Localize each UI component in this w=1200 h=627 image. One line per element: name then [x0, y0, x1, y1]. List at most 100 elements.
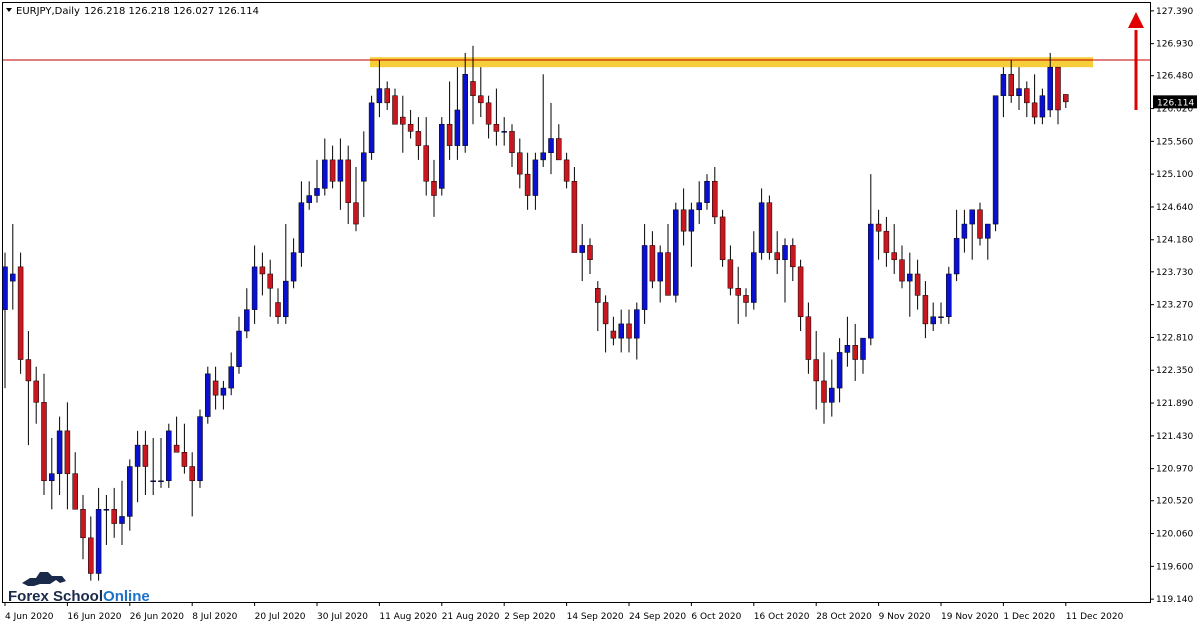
symbol-timeframe-label: EURJPY,Daily: [16, 6, 80, 17]
x-tick-label: 16 Oct 2020: [754, 612, 810, 622]
candle: [946, 266, 952, 324]
candle-body: [618, 323, 624, 339]
logo-text: Forex SchoolOnline: [8, 588, 150, 605]
candle-body: [680, 209, 687, 232]
candle-body: [376, 88, 383, 104]
candle-body: [150, 480, 156, 483]
candle-body: [517, 152, 523, 175]
y-tick-label: 124.640: [1156, 203, 1193, 213]
candle-body: [189, 466, 195, 482]
candle-body: [992, 95, 999, 225]
y-tick-label: 123.270: [1156, 301, 1193, 311]
candle-body: [922, 295, 929, 325]
current-price-label-text: 126.114: [1157, 98, 1194, 108]
y-tick-label: 122.350: [1156, 366, 1193, 376]
x-tick-label: 24 Sep 2020: [629, 612, 686, 622]
candle-body: [41, 402, 47, 482]
x-tick-label: 9 Nov 2020: [879, 612, 931, 622]
candle-body: [579, 245, 585, 253]
candle-body: [10, 273, 16, 282]
candle: [368, 95, 375, 160]
candle-body: [337, 159, 344, 182]
candle-body: [743, 295, 749, 303]
candle-body: [181, 452, 188, 467]
candle: [766, 195, 773, 260]
candle-body: [719, 216, 726, 260]
candle-body: [95, 509, 102, 574]
candle-body: [166, 430, 172, 482]
y-tick-label: 127.390: [1156, 7, 1193, 17]
candle-body: [454, 109, 461, 146]
candle-body: [953, 238, 960, 275]
x-tick-label: 20 Jul 2020: [255, 612, 306, 622]
candle-body: [977, 209, 983, 239]
candle-body: [696, 202, 702, 211]
candle: [719, 209, 726, 267]
candle-body: [220, 387, 227, 396]
x-tick-label: 2 Sep 2020: [504, 612, 556, 622]
candle-body: [899, 259, 905, 282]
candle-body: [298, 202, 305, 253]
candle-body: [875, 223, 882, 232]
logo-text-part2: Online: [103, 588, 150, 605]
candle-body: [103, 509, 110, 511]
candle-body: [961, 223, 968, 239]
candle-body: [844, 345, 851, 353]
candle-body: [119, 516, 125, 524]
candle-body: [790, 245, 796, 268]
candle-body: [1063, 94, 1069, 103]
x-tick-label: 1 Dec 2020: [1003, 612, 1055, 622]
y-tick-label: 125.560: [1156, 137, 1193, 147]
candle: [992, 95, 999, 232]
resistance-zone: [370, 57, 1093, 68]
candle-body: [80, 509, 86, 539]
candle-body: [267, 273, 273, 289]
candle-body: [353, 202, 359, 225]
x-tick-label: 16 Jun 2020: [67, 612, 121, 622]
candle-body: [532, 159, 539, 196]
candle-body: [345, 159, 351, 203]
candle-body: [431, 181, 437, 196]
y-tick-label: 124.180: [1156, 236, 1193, 246]
candle-body: [602, 302, 609, 325]
candle-body: [712, 181, 718, 218]
candle-body: [64, 430, 71, 474]
candle-body: [314, 188, 320, 196]
candle-body: [673, 209, 679, 296]
candle-body: [1055, 66, 1061, 111]
y-tick-label: 119.140: [1156, 595, 1193, 605]
candle-body: [758, 202, 765, 253]
x-tick-label: 28 Oct 2020: [816, 612, 872, 622]
price-chart: 127.390126.930126.480126.020125.560125.1…: [0, 0, 1200, 627]
candle-body: [556, 138, 562, 161]
x-tick-label: 11 Aug 2020: [379, 612, 437, 622]
candle-body: [829, 387, 835, 403]
logo-text-part1: Forex School: [8, 588, 103, 605]
candle-body: [969, 209, 975, 225]
candle: [166, 423, 172, 488]
candle-body: [2, 266, 8, 310]
candle-body: [1024, 88, 1030, 104]
candle-body: [634, 309, 640, 339]
candle-body: [883, 230, 890, 253]
x-tick-label: 11 Dec 2020: [1066, 612, 1124, 622]
y-tick-label: 123.730: [1156, 268, 1193, 278]
candle-body: [751, 252, 757, 303]
candle-body: [524, 173, 531, 196]
y-tick-label: 120.060: [1156, 530, 1193, 540]
candle-body: [134, 444, 141, 467]
candle-body: [626, 323, 632, 339]
candle-body: [142, 444, 149, 467]
x-tick-label: 21 Aug 2020: [442, 612, 500, 622]
candle-body: [704, 181, 710, 203]
candle-body: [587, 245, 593, 260]
candle-body: [946, 273, 952, 318]
chart-header: EURJPY,Daily 126.218 126.218 126.027 126…: [6, 6, 259, 17]
x-tick-label: 26 Jun 2020: [130, 612, 184, 622]
candle-body: [509, 131, 515, 154]
candle-body: [1008, 74, 1014, 96]
candle-body: [914, 273, 921, 296]
candle-body: [25, 359, 32, 382]
candle-body: [33, 380, 39, 403]
candle-body: [501, 131, 507, 133]
